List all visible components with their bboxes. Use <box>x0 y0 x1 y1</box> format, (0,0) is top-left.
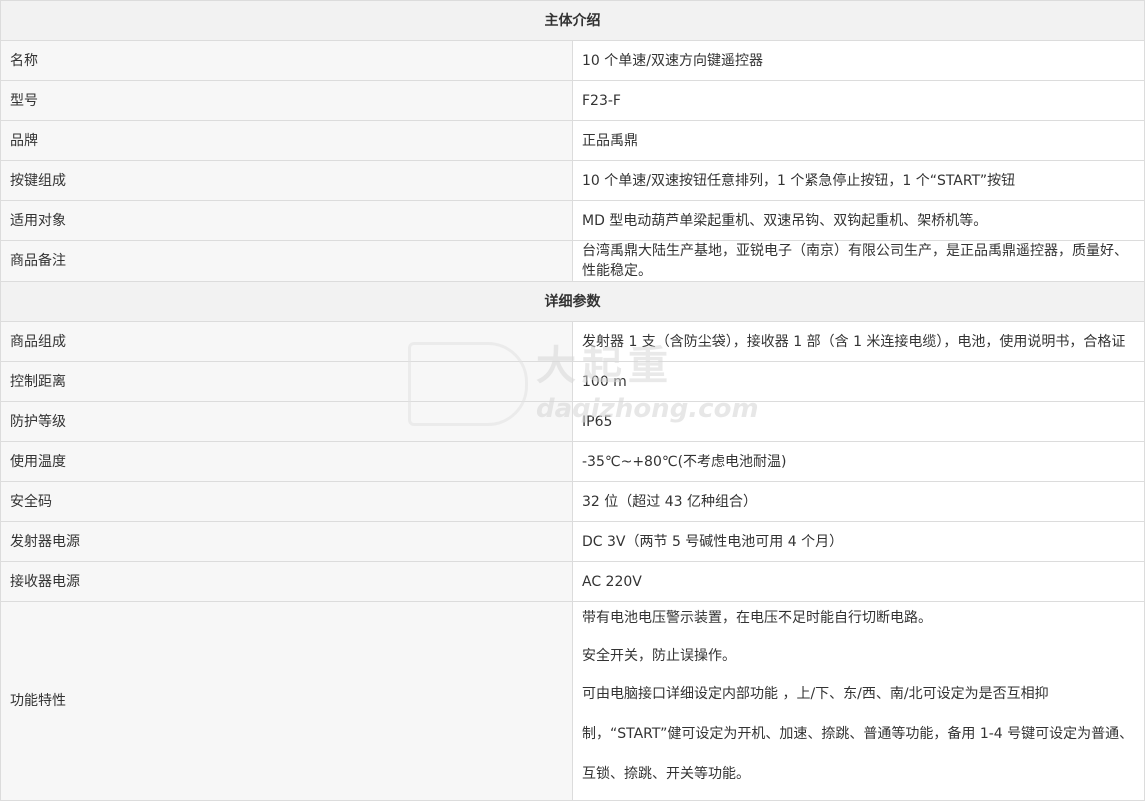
row-label: 品牌 <box>0 120 573 161</box>
row-label: 名称 <box>0 40 573 81</box>
row-label: 使用温度 <box>0 441 573 482</box>
row-label: 防护等级 <box>0 401 573 442</box>
row-value: 发射器 1 支（含防尘袋），接收器 1 部（含 1 米连接电缆），电池，使用说明… <box>572 321 1145 362</box>
row-label: 适用对象 <box>0 200 573 241</box>
section-header-detail: 详细参数 <box>0 281 1145 322</box>
row-label: 控制距离 <box>0 361 573 402</box>
row-value: 正品禹鼎 <box>572 120 1145 161</box>
table-row: 商品备注 台湾禹鼎大陆生产基地，亚锐电子（南京）有限公司生产，是正品禹鼎遥控器，… <box>0 240 1145 282</box>
spec-table: 主体介绍 名称 10 个单速/双速方向键遥控器 型号 F23-F 品牌 正品禹鼎… <box>0 0 1145 801</box>
row-value: DC 3V（两节 5 号碱性电池可用 4 个月） <box>572 521 1145 562</box>
table-row: 型号 F23-F <box>0 80 1145 121</box>
row-label: 按键组成 <box>0 160 573 201</box>
table-row: 适用对象 MD 型电动葫芦单梁起重机、双速吊钩、双钩起重机、架桥机等。 <box>0 200 1145 241</box>
table-row: 安全码 32 位（超过 43 亿种组合） <box>0 481 1145 522</box>
row-label: 功能特性 <box>0 601 573 801</box>
row-value: 10 个单速/双速按钮任意排列，1 个紧急停止按钮，1 个“START”按钮 <box>572 160 1145 201</box>
row-label: 接收器电源 <box>0 561 573 602</box>
table-row: 发射器电源 DC 3V（两节 5 号碱性电池可用 4 个月） <box>0 521 1145 562</box>
feature-line: 带有电池电压警示装置，在电压不足时能自行切断电路。 <box>582 610 932 626</box>
features-value: 带有电池电压警示装置，在电压不足时能自行切断电路。 安全开关，防止误操作。 可由… <box>572 601 1145 801</box>
table-row: 按键组成 10 个单速/双速按钮任意排列，1 个紧急停止按钮，1 个“START… <box>0 160 1145 201</box>
row-label: 安全码 <box>0 481 573 522</box>
row-value: -35℃~+80℃(不考虑电池耐温) <box>572 441 1145 482</box>
row-value: 100 m <box>572 361 1145 402</box>
table-row: 品牌 正品禹鼎 <box>0 120 1145 161</box>
row-value: 10 个单速/双速方向键遥控器 <box>572 40 1145 81</box>
row-value: MD 型电动葫芦单梁起重机、双速吊钩、双钩起重机、架桥机等。 <box>572 200 1145 241</box>
section-header-intro: 主体介绍 <box>0 0 1145 41</box>
row-label: 商品备注 <box>0 240 573 282</box>
row-value: 32 位（超过 43 亿种组合） <box>572 481 1145 522</box>
table-row: 控制距离 100 m <box>0 361 1145 402</box>
row-value: AC 220V <box>572 561 1145 602</box>
feature-line: 安全开关，防止误操作。 <box>582 648 736 664</box>
row-label: 商品组成 <box>0 321 573 362</box>
row-label: 型号 <box>0 80 573 121</box>
table-row: 接收器电源 AC 220V <box>0 561 1145 602</box>
table-row: 商品组成 发射器 1 支（含防尘袋），接收器 1 部（含 1 米连接电缆），电池… <box>0 321 1145 362</box>
features-row: 功能特性 带有电池电压警示装置，在电压不足时能自行切断电路。 安全开关，防止误操… <box>0 601 1145 801</box>
section-title-intro: 主体介绍 <box>0 0 1145 41</box>
table-row: 使用温度 -35℃~+80℃(不考虑电池耐温) <box>0 441 1145 482</box>
section-title-detail: 详细参数 <box>0 281 1145 322</box>
row-value: F23-F <box>572 80 1145 121</box>
table-row: 名称 10 个单速/双速方向键遥控器 <box>0 40 1145 81</box>
row-value: IP65 <box>572 401 1145 442</box>
row-value: 台湾禹鼎大陆生产基地，亚锐电子（南京）有限公司生产，是正品禹鼎遥控器，质量好、性… <box>572 240 1145 282</box>
table-row: 防护等级 IP65 <box>0 401 1145 442</box>
row-label: 发射器电源 <box>0 521 573 562</box>
feature-line: 可由电脑接口详细设定内部功能 ，上/下、东/西、南/北可设定为是否互相抑制，“S… <box>582 686 1134 782</box>
